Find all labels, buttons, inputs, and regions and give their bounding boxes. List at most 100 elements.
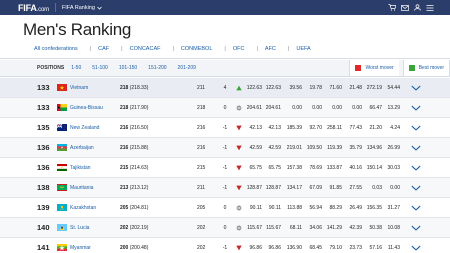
top-navigation-bar: FIFA.com FIFA Ranking — [0, 0, 450, 15]
total-points-exact: (218.33) — [129, 84, 149, 91]
table-row[interactable]: 141 Myanmar 200 (200.48) 202 -1 96.86 96.86 136… — [0, 238, 450, 253]
table-row[interactable]: 135 New Zealand 216 (216.50) 216 -1 42.13 42.1… — [0, 118, 450, 138]
points-cell-c: 157.38 — [286, 164, 302, 171]
team-link[interactable]: Mauritania — [70, 185, 93, 191]
previous-points-cell: 216 — [197, 144, 206, 151]
range-link-1-50[interactable]: 1-50 — [71, 65, 81, 71]
range-link-201-209[interactable]: 201-209 — [178, 65, 196, 71]
range-link-51-100[interactable]: 51-100 — [92, 65, 108, 71]
table-row[interactable]: 138 Mauritania 213 (213.12) 211 -1 128.87 128.… — [0, 178, 450, 198]
table-row[interactable]: 140 St. Lucia 202 (202.19) 202 0 115.67 115.67… — [0, 218, 450, 238]
table-row[interactable]: 139 Kazakhstan 205 (204.81) 205 0 90.11 90.11 1… — [0, 198, 450, 218]
rank-cell: 135 — [37, 123, 50, 132]
team-link[interactable]: Azerbaijan — [70, 145, 94, 151]
st-lucia-flag-icon — [57, 224, 67, 231]
total-points: 202 — [120, 224, 129, 231]
table-row[interactable]: 133 Guinea-Bissau 218 (217.90) 218 0 204.61 20… — [0, 98, 450, 118]
total-points: 218 — [120, 84, 129, 91]
points-cell-f: 21.48 — [349, 84, 362, 91]
tabs-divider — [0, 58, 450, 59]
total-points: 200 — [120, 244, 129, 251]
total-points: 215 — [120, 164, 129, 171]
previous-points-cell: 205 — [197, 204, 206, 211]
tab-afc[interactable]: AFC — [265, 46, 276, 52]
team-link[interactable]: Guinea-Bissau — [70, 105, 103, 111]
tajikistan-flag-icon — [57, 164, 67, 171]
expand-chevron-icon[interactable] — [411, 165, 421, 171]
cart-icon[interactable] — [388, 4, 396, 11]
points-cell-b: 42.59 — [268, 144, 281, 151]
section-menu[interactable]: FIFA Ranking — [62, 5, 102, 11]
menu-icon[interactable] — [426, 4, 434, 11]
expand-chevron-icon[interactable] — [411, 125, 421, 131]
points-cell-f: 0.00 — [352, 104, 362, 111]
expand-chevron-icon[interactable] — [411, 105, 421, 111]
points-cell-h: 26.99 — [387, 144, 400, 151]
total-points-cell: 202 (202.19) — [120, 225, 148, 231]
expand-chevron-icon[interactable] — [411, 245, 421, 251]
rank-cell: 133 — [37, 83, 50, 92]
points-cell-h: 4.24 — [390, 124, 400, 131]
team-link[interactable]: St. Lucia — [70, 225, 89, 231]
table-row[interactable]: 133 Vietnam 218 (218.33) 211 4 122.63 122.63 39… — [0, 78, 450, 98]
previous-points-cell: 211 — [197, 184, 205, 191]
expand-chevron-icon[interactable] — [411, 145, 421, 151]
team-link[interactable]: New Zealand — [70, 125, 99, 131]
table-row[interactable]: 136 Azerbaijan 216 (215.88) 216 -1 42.59 42.59… — [0, 138, 450, 158]
total-points: 216 — [120, 124, 129, 131]
expand-chevron-icon[interactable] — [411, 225, 421, 231]
user-icon[interactable] — [414, 4, 421, 11]
previous-points-cell: 218 — [197, 104, 206, 111]
points-cell-f: 27.55 — [349, 184, 362, 191]
tab-caf[interactable]: CAF — [98, 46, 109, 52]
tab-concacaf[interactable]: CONCACAF — [130, 46, 161, 52]
points-cell-c: 134.17 — [286, 184, 302, 191]
total-points-cell: 213 (213.12) — [120, 185, 148, 191]
points-cell-f: 42.39 — [349, 224, 362, 231]
previous-points-cell: 202 — [197, 224, 206, 231]
points-cell-c: 0.00 — [292, 104, 302, 111]
worst-mover-toggle[interactable]: Worst mover — [349, 60, 399, 76]
movement-cell: 0 — [223, 204, 227, 211]
points-cell-e: 0.00 — [332, 104, 342, 111]
tab-ofc[interactable]: OFC — [233, 46, 245, 52]
points-cell-f: 23.73 — [349, 244, 362, 251]
total-points-cell: 200 (200.48) — [120, 245, 148, 251]
points-cell-e: 91.85 — [329, 184, 342, 191]
points-cell-e: 141.29 — [326, 224, 342, 231]
fifa-logo[interactable]: FIFA.com — [18, 3, 49, 13]
best-mover-toggle[interactable]: Best mover — [402, 60, 450, 76]
nav-divider — [54, 3, 56, 12]
points-cell-f: 40.16 — [349, 164, 362, 171]
rank-cell: 133 — [37, 103, 50, 112]
tab-all-confederations[interactable]: All confederations — [34, 46, 78, 52]
expand-chevron-icon[interactable] — [411, 85, 421, 91]
previous-points-cell: 211 — [197, 84, 205, 91]
team-link[interactable]: Myanmar — [70, 245, 91, 251]
worst-mover-swatch — [355, 65, 362, 71]
points-cell-d: 92.70 — [309, 124, 322, 131]
table-row[interactable]: 136 Tajikistan 215 (214.63) 215 -1 65.75 65.75… — [0, 158, 450, 178]
team-link[interactable]: Vietnam — [70, 85, 88, 91]
points-cell-c: 136.90 — [286, 244, 302, 251]
team-link[interactable]: Tajikistan — [70, 165, 91, 171]
tab-conmebol[interactable]: CONMEBOL — [181, 46, 212, 52]
expand-chevron-icon[interactable] — [411, 185, 421, 191]
points-cell-e: 71.60 — [329, 84, 342, 91]
total-points-cell: 218 (217.90) — [120, 105, 148, 111]
rank-cell: 139 — [37, 203, 50, 212]
expand-chevron-icon[interactable] — [411, 205, 421, 211]
range-link-151-200[interactable]: 151-200 — [148, 65, 166, 71]
movement-cell: -1 — [222, 144, 228, 151]
range-link-101-150[interactable]: 101-150 — [119, 65, 137, 71]
team-link[interactable]: Kazakhstan — [70, 205, 96, 211]
movement-cell: 4 — [223, 84, 227, 91]
mail-icon[interactable] — [401, 4, 409, 11]
points-cell-e: 119.39 — [327, 144, 342, 151]
points-cell-d: 19.78 — [309, 84, 322, 91]
points-cell-d: 56.94 — [309, 204, 322, 211]
points-cell-b: 65.75 — [268, 164, 281, 171]
points-cell-d: 0.00 — [312, 104, 322, 111]
points-cell-c: 219.01 — [286, 144, 302, 151]
tab-uefa[interactable]: UEFA — [296, 46, 310, 52]
